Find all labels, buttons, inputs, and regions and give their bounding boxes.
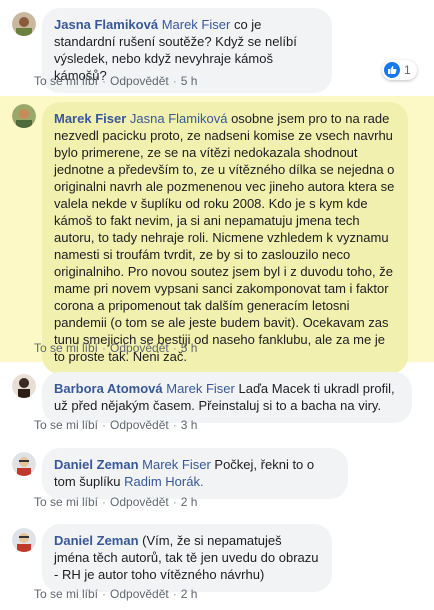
mention[interactable]: Jasna Flamiková	[130, 111, 228, 126]
like-link[interactable]: To se mi líbí	[34, 341, 98, 355]
comment: Jasna Flamiková Marek Fiser co je standa…	[0, 0, 434, 93]
mention[interactable]: Radim Horák.	[124, 474, 203, 489]
comment-actions: To se mi líbí · Odpovědět · 3 h	[34, 418, 198, 432]
comment-bubble: Daniel Zeman Marek Fiser Počkej, řekni t…	[42, 448, 348, 499]
reply-link[interactable]: Odpovědět	[110, 341, 169, 355]
mention[interactable]: Marek Fiser	[166, 381, 235, 396]
reaction-number: 1	[404, 63, 411, 77]
reply-link[interactable]: Odpovědět	[110, 495, 169, 509]
avatar[interactable]	[12, 104, 36, 128]
comment-bubble: Marek Fiser Jasna Flamiková osobne jsem …	[42, 102, 408, 374]
comment-author[interactable]: Marek Fiser	[54, 111, 126, 126]
comment-author[interactable]: Daniel Zeman	[54, 533, 139, 548]
timestamp[interactable]: 5 h	[181, 74, 198, 88]
timestamp[interactable]: 3 h	[181, 418, 198, 432]
reply-link[interactable]: Odpovědět	[110, 74, 169, 88]
mention[interactable]: Marek Fiser	[142, 457, 211, 472]
comment: Daniel Zeman Marek Fiser Počkej, řekni t…	[0, 444, 434, 514]
comment-bubble: Barbora Atomová Marek Fiser Laďa Macek t…	[42, 372, 412, 423]
comment-author[interactable]: Barbora Atomová	[54, 381, 163, 396]
like-link[interactable]: To se mi líbí	[34, 587, 98, 601]
avatar[interactable]	[12, 374, 36, 398]
comment-actions: To se mi líbí · Odpovědět · 5 h	[34, 74, 198, 88]
comment-actions: To se mi líbí · Odpovědět · 2 h	[34, 495, 198, 509]
thumbs-up-icon	[384, 62, 400, 78]
comment-author[interactable]: Jasna Flamiková	[54, 17, 158, 32]
comment-text: osobne jsem pro to na rade nezvedl pacic…	[54, 111, 395, 364]
comment: Barbora Atomová Marek Fiser Laďa Macek t…	[0, 366, 434, 436]
like-link[interactable]: To se mi líbí	[34, 495, 98, 509]
timestamp[interactable]: 5 h	[181, 341, 198, 355]
comment-highlighted: Marek Fiser Jasna Flamiková osobne jsem …	[0, 96, 434, 374]
timestamp[interactable]: 2 h	[181, 587, 198, 601]
avatar[interactable]	[12, 12, 36, 36]
mention[interactable]: Marek Fiser	[162, 17, 231, 32]
comment-author[interactable]: Daniel Zeman	[54, 457, 139, 472]
reaction-count[interactable]: 1	[382, 60, 417, 80]
reply-link[interactable]: Odpovědět	[110, 587, 169, 601]
like-link[interactable]: To se mi líbí	[34, 74, 98, 88]
comment: Daniel Zeman (Vím, že si nepamatuješ jmé…	[0, 520, 434, 610]
like-link[interactable]: To se mi líbí	[34, 418, 98, 432]
avatar[interactable]	[12, 528, 36, 552]
avatar[interactable]	[12, 452, 36, 476]
comment-actions: To se mi líbí · Odpovědět · 2 h	[34, 587, 198, 601]
reply-link[interactable]: Odpovědět	[110, 418, 169, 432]
timestamp[interactable]: 2 h	[181, 495, 198, 509]
comment-bubble: Daniel Zeman (Vím, že si nepamatuješ jmé…	[42, 524, 332, 592]
comment-actions: To se mi líbí · Odpovědět · 5 h	[34, 341, 198, 355]
